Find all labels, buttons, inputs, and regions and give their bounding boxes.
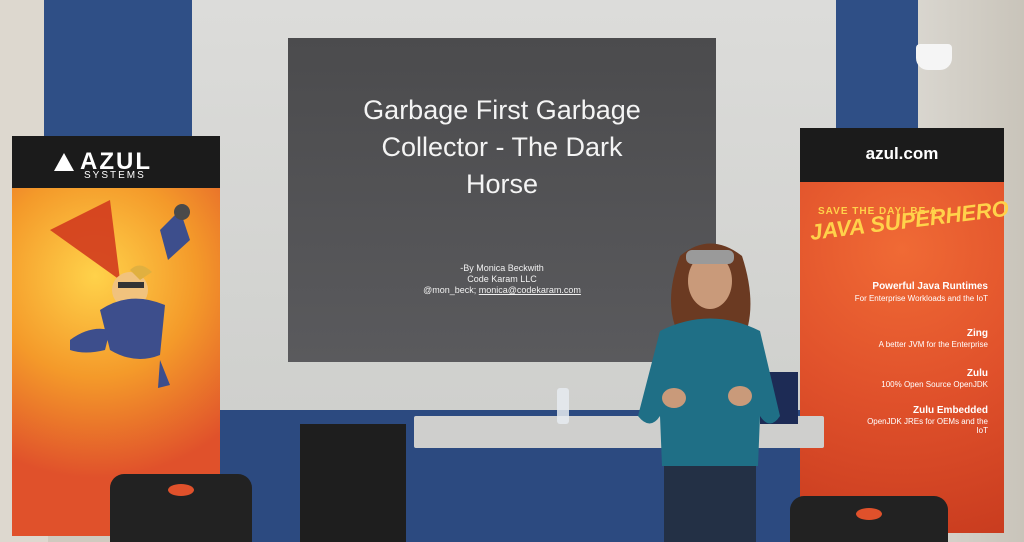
zing-subtext: A better JVM for the Enterprise: [878, 340, 988, 349]
chair-handle: [856, 508, 882, 520]
black-cabinet: [300, 424, 406, 542]
zulu-embedded-heading: Zulu Embedded: [913, 405, 988, 416]
banner-url: azul.com: [865, 144, 939, 163]
blue-wall-panel-left: [44, 0, 194, 140]
slide-title-line: Horse: [465, 169, 539, 199]
ceiling-light-icon: [916, 44, 952, 70]
zulu-subtext: 100% Open Source OpenJDK: [881, 380, 988, 389]
slide-title: Garbage First Garbage Collector - The Da…: [300, 92, 704, 203]
water-bottle: [557, 388, 569, 424]
superhero-illustration: [50, 200, 190, 388]
chair-handle: [168, 484, 194, 496]
presenter: [638, 243, 780, 542]
chair-left: [110, 474, 252, 542]
slide-email-link: monica@codekaram.com: [478, 285, 581, 295]
slide-handle: @mon_beck;: [423, 285, 479, 295]
azul-logo-subtext: SYSTEMS: [84, 170, 146, 181]
slide-title-line: Collector - The Dark: [381, 132, 623, 162]
zing-heading: Zing: [966, 328, 988, 339]
zulu-embedded-subtext: OpenJDK JREs for OEMs and the IoT: [867, 417, 988, 435]
azul-a-icon: [54, 153, 74, 171]
blue-wall-panel-right: [836, 0, 918, 132]
chair-right: [790, 496, 948, 542]
runtime-subtext: For Enterprise Workloads and the IoT: [854, 294, 988, 303]
slide-title-line: Garbage First Garbage: [363, 95, 641, 125]
runtime-heading: Powerful Java Runtimes: [872, 281, 988, 292]
zulu-heading: Zulu: [966, 368, 988, 379]
